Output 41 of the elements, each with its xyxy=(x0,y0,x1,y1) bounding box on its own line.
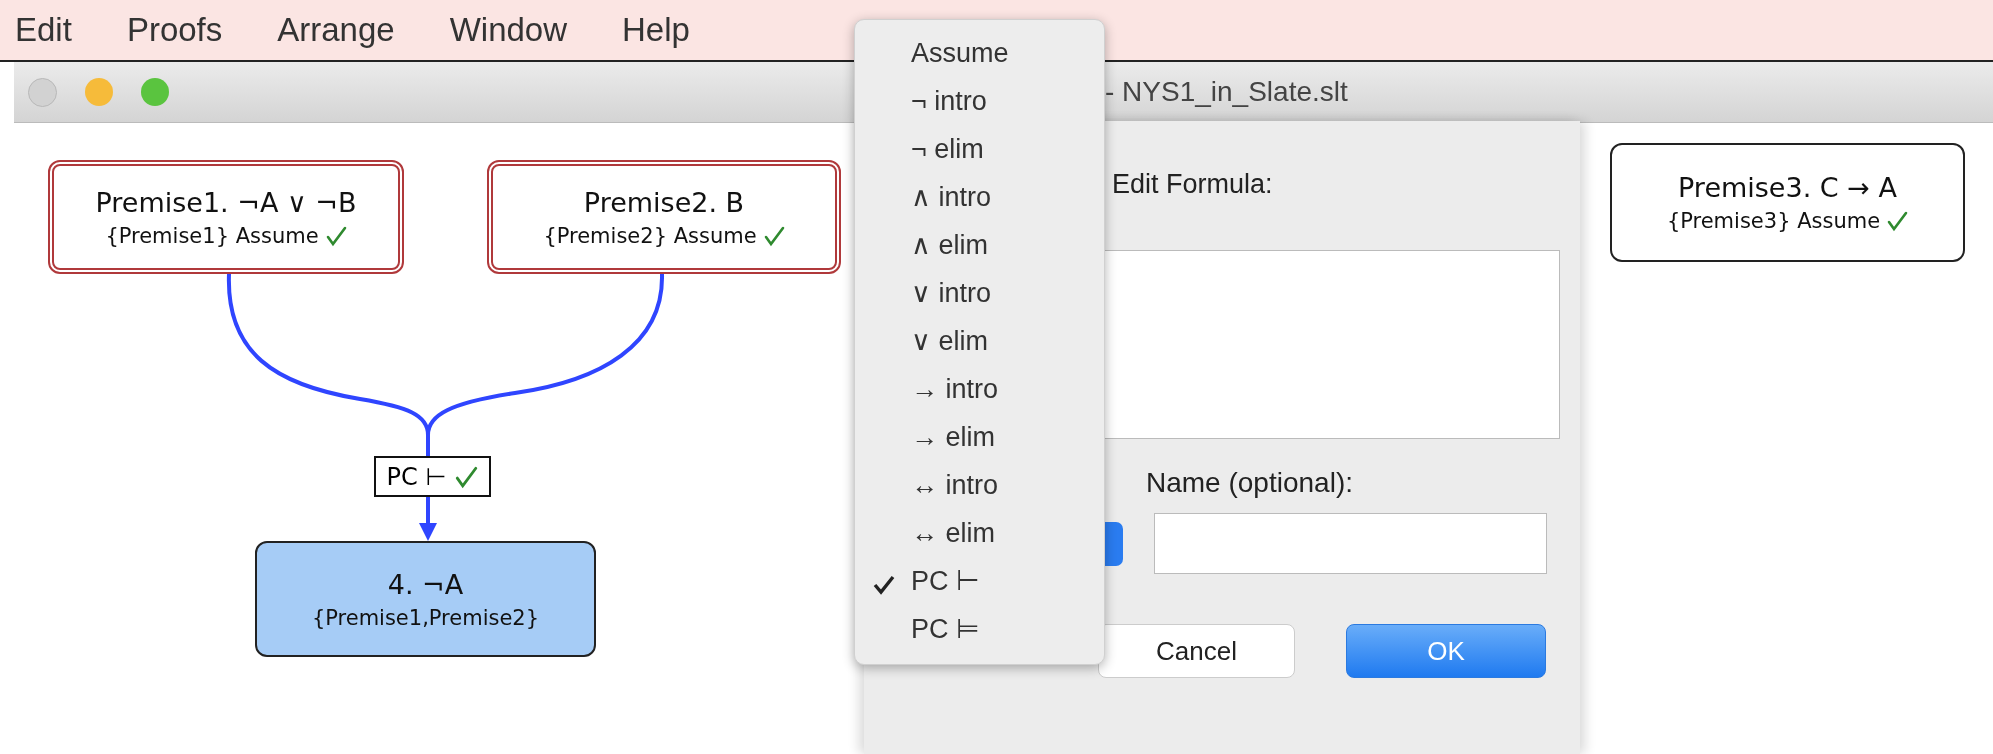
menu-option[interactable]: ↔ elim xyxy=(855,509,1104,557)
menu-option[interactable]: ¬ elim xyxy=(855,125,1104,173)
menu-option[interactable]: ∨ intro xyxy=(855,269,1104,317)
menu-option[interactable]: → intro xyxy=(855,365,1104,413)
menu-option[interactable]: ∧ intro xyxy=(855,173,1104,221)
close-button[interactable] xyxy=(28,77,57,107)
proof-node[interactable]: Premise3. C → A {Premise3} Assume xyxy=(1610,143,1965,262)
node-support: {Premise1} Assume xyxy=(105,223,319,248)
justification-label[interactable]: PC ⊢ xyxy=(374,456,491,497)
proof-node[interactable]: Premise1. ¬A ∨ ¬B {Premise1} Assume xyxy=(48,160,404,274)
arrow xyxy=(419,497,437,541)
field-label: Name (optional): xyxy=(1146,467,1354,499)
menu-option[interactable]: ∧ elim xyxy=(855,221,1104,269)
checkmark-icon xyxy=(873,575,895,595)
menu-option[interactable]: PC ⊢ xyxy=(855,557,1104,605)
proof-node[interactable]: 4. ¬A {Premise1,Premise2} xyxy=(255,541,596,657)
menu-item[interactable]: Window xyxy=(449,11,568,49)
node-support: {Premise2} Assume xyxy=(543,223,757,248)
menu-item[interactable]: Edit xyxy=(15,11,72,49)
menu-item[interactable]: Arrange xyxy=(277,11,395,49)
node-formula: Premise3. C → A xyxy=(1678,172,1897,203)
minimize-button[interactable] xyxy=(85,78,113,106)
node-formula: Premise1. ¬A ∨ ¬B xyxy=(95,186,357,218)
proof-node[interactable]: Premise2. B {Premise2} Assume xyxy=(487,160,841,274)
node-support: {Premise1,Premise2} xyxy=(311,605,540,630)
rule-name: PC ⊢ xyxy=(386,462,447,491)
window-title: - NYS1_in_Slate.slt xyxy=(1105,76,1348,108)
menu-option[interactable]: → elim xyxy=(855,413,1104,461)
name-field[interactable] xyxy=(1154,513,1547,574)
menu-item[interactable]: Help xyxy=(622,11,690,49)
menu-item[interactable]: Proofs xyxy=(126,11,223,49)
zoom-button[interactable] xyxy=(141,78,169,106)
menu-option[interactable]: ∨ elim xyxy=(855,317,1104,365)
menu-option[interactable]: Assume xyxy=(855,29,1104,77)
dialog-heading: Edit Formula: xyxy=(1112,169,1274,200)
node-formula: Premise2. B xyxy=(583,186,745,218)
menu-option[interactable]: ↔ intro xyxy=(855,461,1104,509)
node-support: {Premise3} Assume xyxy=(1666,209,1881,233)
node-formula: 4. ¬A xyxy=(387,568,464,600)
dialog-button[interactable]: Cancel xyxy=(1098,624,1295,678)
menu-option[interactable]: ¬ intro xyxy=(855,77,1104,125)
